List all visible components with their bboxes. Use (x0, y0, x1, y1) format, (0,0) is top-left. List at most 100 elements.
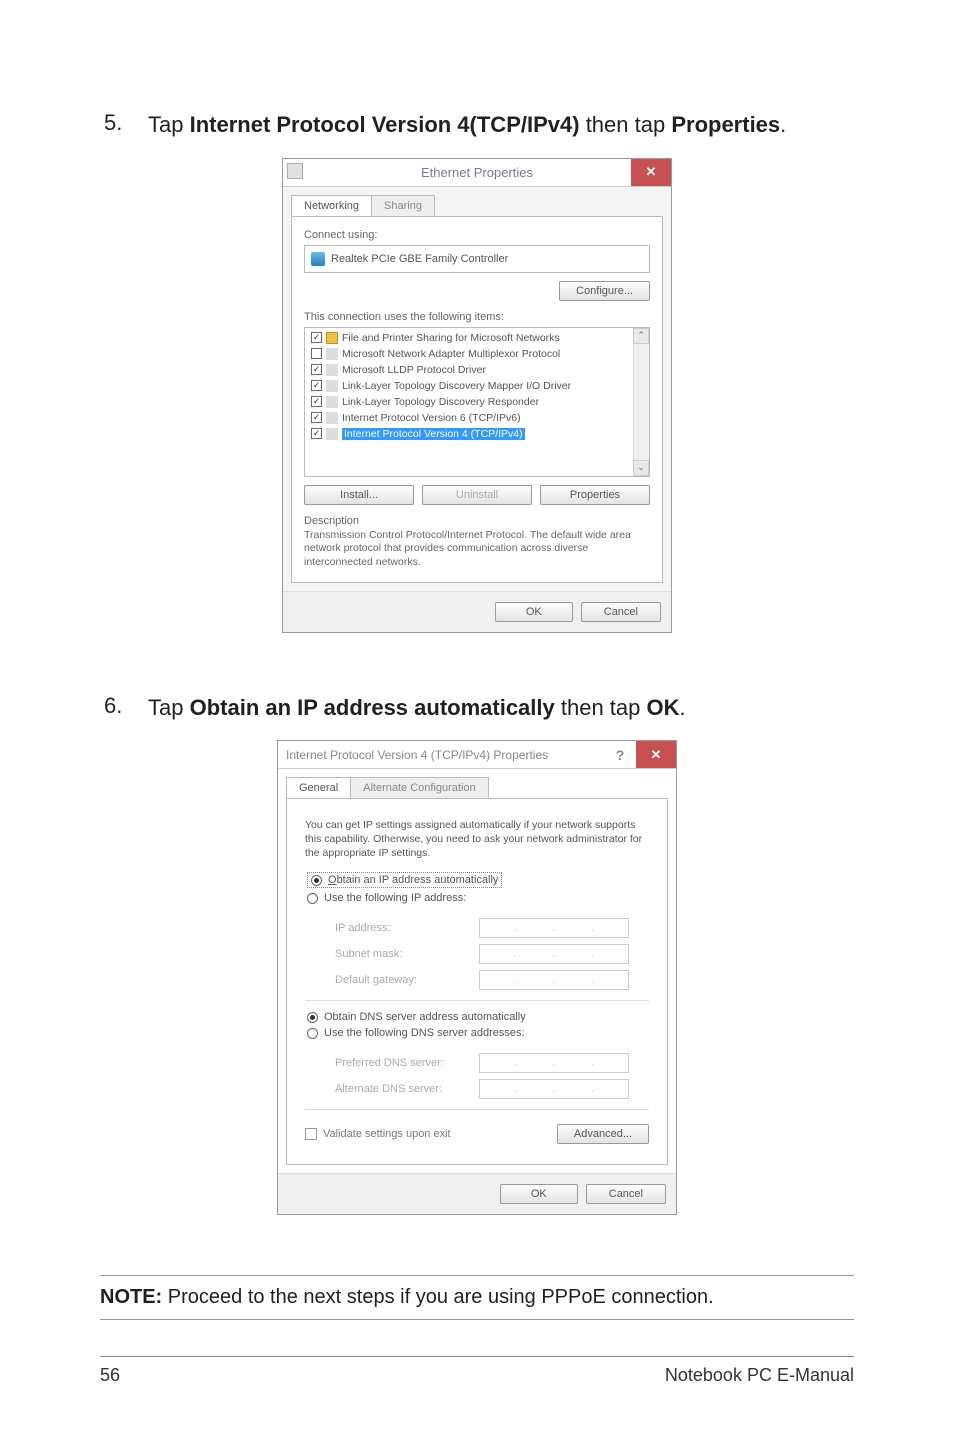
page-footer: 56 Notebook PC E-Manual (100, 1356, 854, 1386)
radio-obtain-dns[interactable]: Obtain DNS server address automatically (307, 1011, 647, 1023)
uninstall-button[interactable]: Uninstall (422, 485, 532, 505)
radio-icon[interactable] (311, 875, 322, 886)
cancel-button[interactable]: Cancel (586, 1184, 666, 1204)
list-item[interactable]: Microsoft Network Adapter Multiplexor Pr… (305, 346, 631, 362)
list-item-label: Microsoft Network Adapter Multiplexor Pr… (342, 348, 560, 360)
radio-icon[interactable] (307, 893, 318, 904)
field-mask: Subnet mask: ... (335, 944, 629, 964)
dialog-title: Internet Protocol Version 4 (TCP/IPv4) P… (286, 748, 548, 762)
properties-button[interactable]: Properties (540, 485, 650, 505)
ip-input[interactable]: ... (479, 970, 629, 990)
list-item[interactable]: ✓ File and Printer Sharing for Microsoft… (305, 330, 631, 346)
scrollbar-track[interactable] (633, 344, 649, 460)
ethernet-properties-dialog: Ethernet Properties ✕ Networking Sharing… (282, 158, 672, 633)
checkbox[interactable]: ✓ (311, 332, 322, 343)
titlebar: Internet Protocol Version 4 (TCP/IPv4) P… (278, 741, 676, 769)
radio-icon[interactable] (307, 1028, 318, 1039)
page-number: 56 (100, 1365, 120, 1386)
connect-using-label: Connect using: (304, 229, 650, 241)
list-item[interactable]: ✓ Microsoft LLDP Protocol Driver (305, 362, 631, 378)
component-icon (326, 380, 338, 392)
scroll-down-icon[interactable]: ⌄ (633, 460, 649, 476)
configure-button[interactable]: Configure... (559, 281, 650, 301)
install-button[interactable]: Install... (304, 485, 414, 505)
dialog-title: Ethernet Properties (421, 165, 533, 180)
list-item[interactable]: ✓ Link-Layer Topology Discovery Responde… (305, 394, 631, 410)
radio-label: Obtain DNS server address automatically (324, 1011, 526, 1023)
text: Tap (148, 112, 190, 137)
help-icon[interactable]: ? (604, 741, 636, 768)
radio-icon[interactable] (307, 1012, 318, 1023)
checkbox[interactable]: ✓ (311, 412, 322, 423)
ip-input[interactable]: ... (479, 918, 629, 938)
checkbox[interactable] (311, 348, 322, 359)
step-6: 6. Tap Obtain an IP address automaticall… (100, 693, 854, 723)
list-item[interactable]: ✓ Link-Layer Topology Discovery Mapper I… (305, 378, 631, 394)
cancel-button[interactable]: Cancel (581, 602, 661, 622)
validate-checkbox[interactable] (305, 1128, 317, 1140)
ipv4-properties-dialog: Internet Protocol Version 4 (TCP/IPv4) P… (277, 740, 677, 1215)
note-text: Proceed to the next steps if you are usi… (162, 1286, 713, 1308)
titlebar: Ethernet Properties ✕ (283, 159, 671, 187)
tab-strip: General Alternate Configuration (286, 777, 668, 798)
step-6-text: Tap Obtain an IP address automatically t… (148, 693, 686, 723)
validate-label: Validate settings upon exit (323, 1128, 451, 1140)
tab-sharing[interactable]: Sharing (371, 195, 435, 216)
field-label: Subnet mask: (335, 948, 479, 960)
advanced-button[interactable]: Advanced... (557, 1124, 649, 1144)
step-5-number: 5. (100, 110, 148, 140)
description-text: Transmission Control Protocol/Internet P… (304, 529, 650, 570)
component-icon (326, 348, 338, 360)
field-dns1: Preferred DNS server: ... (335, 1053, 629, 1073)
close-icon[interactable]: ✕ (631, 159, 671, 186)
description-title: Description (304, 515, 650, 527)
adapter-name: Realtek PCIe GBE Family Controller (331, 253, 508, 265)
checkbox[interactable]: ✓ (311, 428, 322, 439)
component-icon (326, 396, 338, 408)
scroll-up-icon[interactable]: ⌃ (633, 328, 649, 344)
tab-networking[interactable]: Networking (291, 195, 372, 216)
radio-use-ip[interactable]: Use the following IP address: (307, 892, 647, 904)
list-item-selected[interactable]: ✓ Internet Protocol Version 4 (TCP/IPv4) (305, 426, 631, 442)
ip-input[interactable]: ... (479, 944, 629, 964)
text: Tap (148, 695, 190, 720)
radio-label: Obtain an IP address automatically (328, 874, 498, 886)
text: . (680, 695, 686, 720)
ok-button[interactable]: OK (500, 1184, 578, 1204)
list-item-label: Internet Protocol Version 4 (TCP/IPv4) (342, 428, 525, 440)
field-label: Preferred DNS server: (335, 1057, 479, 1069)
radio-label: Use the following IP address: (324, 892, 466, 904)
components-listbox[interactable]: ⌃ ⌄ ✓ File and Printer Sharing for Micro… (304, 327, 650, 477)
ip-input[interactable]: ... (479, 1053, 629, 1073)
intro-text: You can get IP settings assigned automat… (305, 819, 649, 860)
manual-title: Notebook PC E-Manual (665, 1365, 854, 1386)
note-box: NOTE: Proceed to the next steps if you a… (100, 1275, 854, 1320)
list-item-label: Microsoft LLDP Protocol Driver (342, 364, 486, 376)
ip-input[interactable]: ... (479, 1079, 629, 1099)
radio-use-dns[interactable]: Use the following DNS server addresses: (307, 1027, 647, 1039)
radio-obtain-ip[interactable]: Obtain an IP address automatically (307, 872, 647, 888)
nic-icon (311, 252, 325, 266)
bold-text: OK (647, 695, 680, 720)
close-icon[interactable]: ✕ (636, 741, 676, 768)
tab-alt-config[interactable]: Alternate Configuration (350, 777, 489, 798)
list-item[interactable]: ✓ Internet Protocol Version 6 (TCP/IPv6) (305, 410, 631, 426)
checkbox[interactable]: ✓ (311, 396, 322, 407)
field-gateway: Default gateway: ... (335, 970, 629, 990)
field-ip: IP address: ... (335, 918, 629, 938)
text: then tap (580, 112, 672, 137)
tab-strip: Networking Sharing (291, 195, 663, 216)
bold-text: Internet Protocol Version 4(TCP/IPv4) (190, 112, 580, 137)
ok-button[interactable]: OK (495, 602, 573, 622)
component-icon (326, 412, 338, 424)
list-item-label: File and Printer Sharing for Microsoft N… (342, 332, 560, 344)
adapter-field: Realtek PCIe GBE Family Controller (304, 245, 650, 273)
tab-general[interactable]: General (286, 777, 351, 798)
bold-text: Properties (671, 112, 780, 137)
step-5: 5. Tap Internet Protocol Version 4(TCP/I… (100, 110, 854, 140)
list-item-label: Link-Layer Topology Discovery Mapper I/O… (342, 380, 571, 392)
checkbox[interactable]: ✓ (311, 380, 322, 391)
field-dns2: Alternate DNS server: ... (335, 1079, 629, 1099)
checkbox[interactable]: ✓ (311, 364, 322, 375)
text: . (780, 112, 786, 137)
